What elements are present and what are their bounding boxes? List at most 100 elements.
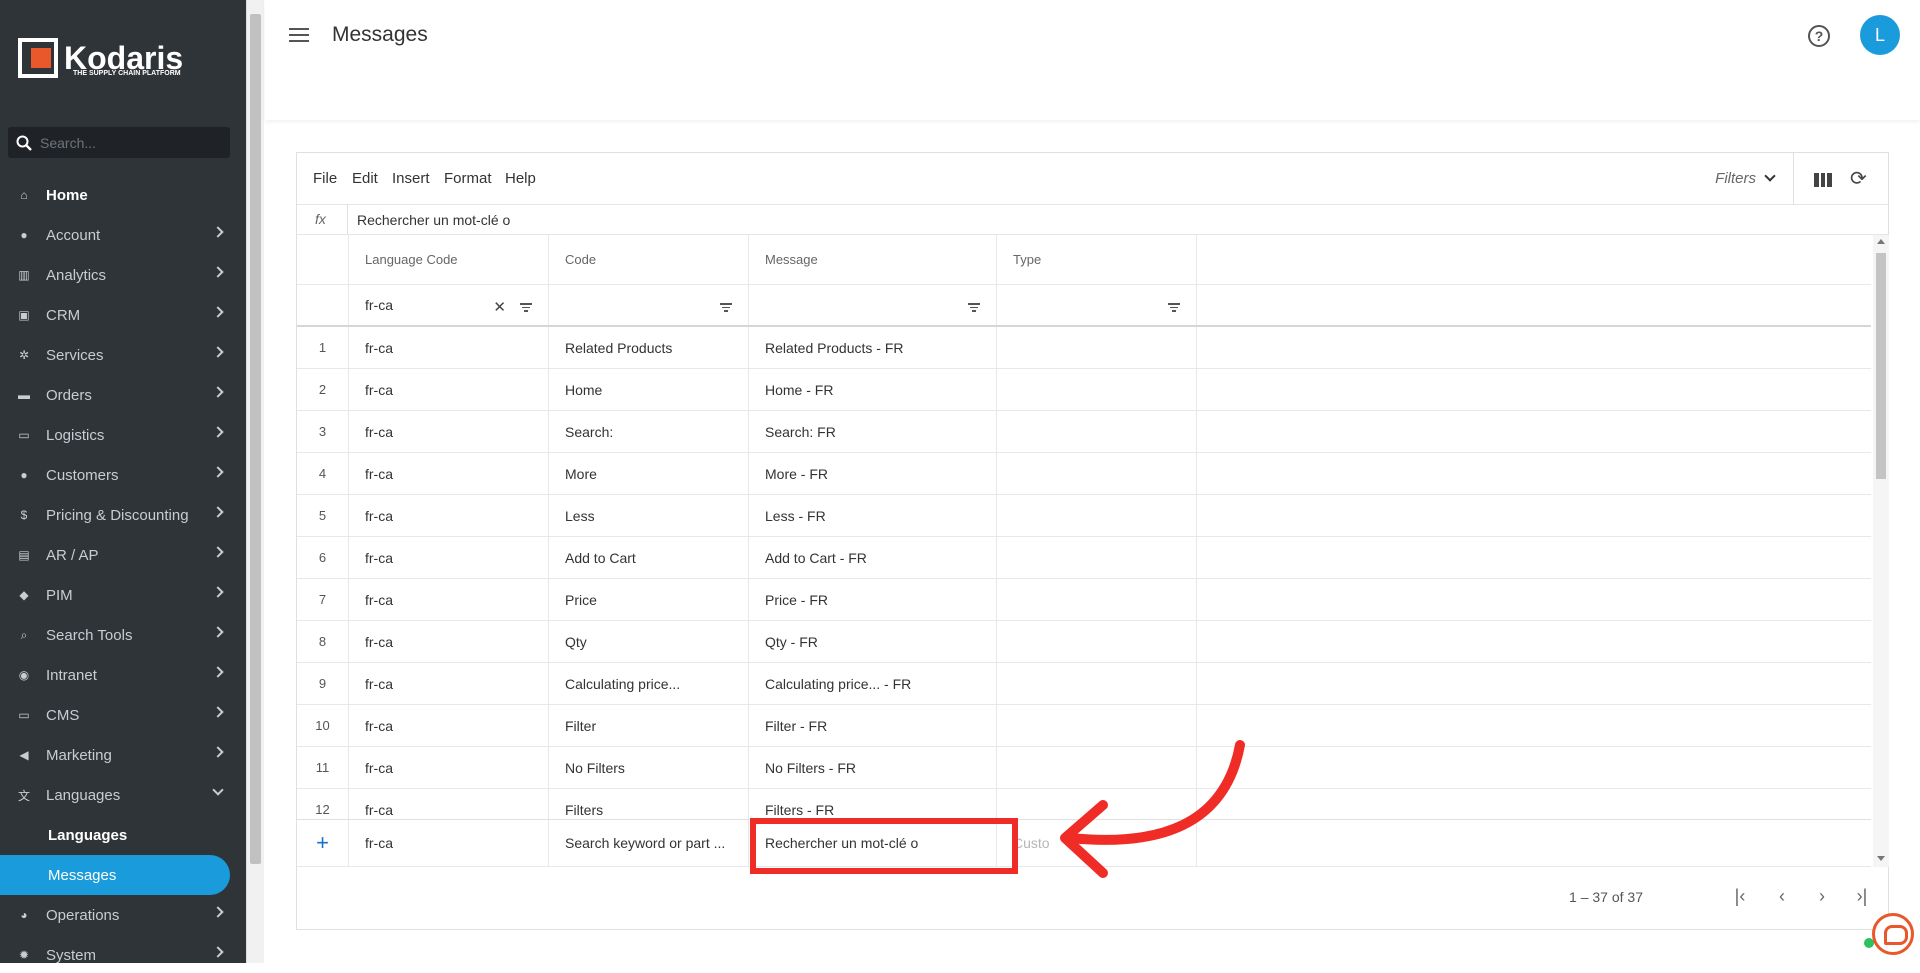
chat-widget-icon[interactable]: [1872, 913, 1914, 955]
user-avatar[interactable]: L: [1860, 15, 1900, 55]
cell-message[interactable]: Filter - FR: [749, 705, 997, 746]
cell-message[interactable]: Related Products - FR: [749, 327, 997, 368]
menu-edit[interactable]: Edit: [352, 170, 378, 187]
add-row-button[interactable]: +: [297, 820, 349, 866]
cell-type[interactable]: [997, 621, 1197, 662]
cell-message[interactable]: Less - FR: [749, 495, 997, 536]
cell-code[interactable]: Related Products: [549, 327, 749, 368]
chevron-down-icon[interactable]: [1764, 170, 1776, 182]
cell-language-code[interactable]: fr-ca: [349, 621, 549, 662]
grid-scrollbar[interactable]: [1873, 235, 1889, 867]
scroll-down-icon[interactable]: [1877, 856, 1885, 861]
filters-dropdown[interactable]: Filters: [1715, 170, 1756, 187]
first-page-icon[interactable]: |‹: [1727, 883, 1753, 909]
sidebar-item-customers[interactable]: ● Customers: [0, 457, 236, 493]
last-page-icon[interactable]: ›|: [1849, 883, 1875, 909]
cell-code[interactable]: Add to Cart: [549, 537, 749, 578]
column-header-language-code[interactable]: Language Code: [349, 235, 549, 284]
filter-code-input[interactable]: [549, 285, 749, 325]
column-header-message[interactable]: Message: [749, 235, 997, 284]
sidebar-item-operations[interactable]: ◕ Operations: [0, 897, 236, 933]
sidebar-item-home[interactable]: ⌂ Home: [0, 177, 236, 213]
cell-type[interactable]: [997, 453, 1197, 494]
table-row[interactable]: 3 fr-ca Search: Search: FR: [297, 411, 1871, 453]
cell-code[interactable]: Search:: [549, 411, 749, 452]
sidebar-item-analytics[interactable]: ▥ Analytics: [0, 257, 236, 293]
sidebar-scrollbar-thumb[interactable]: [250, 14, 261, 864]
sidebar-item-logistics[interactable]: ▭ Logistics: [0, 417, 236, 453]
next-page-icon[interactable]: ›: [1809, 883, 1835, 909]
cell-message[interactable]: Home - FR: [749, 369, 997, 410]
filter-icon[interactable]: [968, 303, 980, 312]
clear-filter-icon[interactable]: ✕: [493, 298, 506, 316]
menu-format[interactable]: Format: [444, 170, 492, 187]
cell-message[interactable]: Add to Cart - FR: [749, 537, 997, 578]
scroll-up-icon[interactable]: [1877, 239, 1885, 244]
cell-type[interactable]: [997, 663, 1197, 704]
table-row[interactable]: 8 fr-ca Qty Qty - FR: [297, 621, 1871, 663]
cell-language-code[interactable]: fr-ca: [349, 579, 549, 620]
cell-message[interactable]: Qty - FR: [749, 621, 997, 662]
refresh-icon[interactable]: ⟳: [1850, 169, 1870, 189]
sidebar-item-ar-ap[interactable]: ▤ AR / AP: [0, 537, 236, 573]
grid-scrollbar-thumb[interactable]: [1876, 253, 1886, 479]
new-row-code[interactable]: Search keyword or part ...: [549, 820, 749, 866]
cell-type[interactable]: [997, 411, 1197, 452]
sidebar-item-system[interactable]: ✹ System: [0, 937, 236, 973]
sidebar-item-services[interactable]: ✲ Services: [0, 337, 236, 373]
hamburger-menu-icon[interactable]: [289, 28, 309, 44]
cell-code[interactable]: Filter: [549, 705, 749, 746]
menu-file[interactable]: File: [313, 170, 337, 187]
cell-language-code[interactable]: fr-ca: [349, 705, 549, 746]
cell-code[interactable]: Qty: [549, 621, 749, 662]
columns-icon[interactable]: [1814, 173, 1833, 187]
table-row[interactable]: 1 fr-ca Related Products Related Products -…: [297, 327, 1871, 369]
column-header-code[interactable]: Code: [549, 235, 749, 284]
cell-message[interactable]: No Filters - FR: [749, 747, 997, 788]
sidebar-item-pim[interactable]: ◆ PIM: [0, 577, 236, 613]
cell-language-code[interactable]: fr-ca: [349, 747, 549, 788]
sidebar-item-orders[interactable]: ▬ Orders: [0, 377, 236, 413]
cell-message[interactable]: More - FR: [749, 453, 997, 494]
cell-message[interactable]: Calculating price... - FR: [749, 663, 997, 704]
sidebar-item-account[interactable]: ● Account: [0, 217, 236, 253]
sidebar-item-pricing-discounting[interactable]: $ Pricing & Discounting: [0, 497, 236, 533]
kodaris-logo[interactable]: Kodaris THE SUPPLY CHAIN PLATFORM: [18, 36, 183, 80]
cell-language-code[interactable]: fr-ca: [349, 537, 549, 578]
cell-code[interactable]: Home: [549, 369, 749, 410]
column-header-type[interactable]: Type: [997, 235, 1197, 284]
sidebar-subitem-languages[interactable]: Languages: [0, 815, 230, 855]
cell-type[interactable]: [997, 579, 1197, 620]
table-row[interactable]: 4 fr-ca More More - FR: [297, 453, 1871, 495]
menu-insert[interactable]: Insert: [392, 170, 430, 187]
filter-icon[interactable]: [720, 303, 732, 312]
formula-bar-input[interactable]: Rechercher un mot-clé o: [357, 212, 510, 228]
table-row[interactable]: 2 fr-ca Home Home - FR: [297, 369, 1871, 411]
sidebar-item-intranet[interactable]: ◉ Intranet: [0, 657, 236, 693]
cell-type[interactable]: [997, 327, 1197, 368]
menu-help[interactable]: Help: [505, 170, 536, 187]
filter-icon[interactable]: [520, 303, 532, 312]
filter-message-input[interactable]: [749, 285, 997, 325]
cell-language-code[interactable]: fr-ca: [349, 663, 549, 704]
sidebar-scrollbar[interactable]: [246, 0, 264, 963]
table-row[interactable]: 7 fr-ca Price Price - FR: [297, 579, 1871, 621]
cell-type[interactable]: [997, 537, 1197, 578]
filter-icon[interactable]: [1168, 303, 1180, 312]
cell-type[interactable]: [997, 369, 1197, 410]
sidebar-item-cms[interactable]: ▭ CMS: [0, 697, 236, 733]
sidebar-item-marketing[interactable]: ◀ Marketing: [0, 737, 236, 773]
sidebar-subitem-messages[interactable]: Messages: [0, 855, 230, 895]
new-row-language-code[interactable]: fr-ca: [349, 820, 549, 866]
help-icon[interactable]: ?: [1808, 25, 1830, 47]
cell-message[interactable]: Search: FR: [749, 411, 997, 452]
sidebar-item-languages[interactable]: 文 Languages: [0, 777, 236, 813]
filter-type-input[interactable]: [997, 285, 1197, 325]
cell-type[interactable]: [997, 495, 1197, 536]
sidebar-item-crm[interactable]: ▣ CRM: [0, 297, 236, 333]
cell-code[interactable]: Less: [549, 495, 749, 536]
sidebar-search-input[interactable]: Search...: [8, 127, 230, 158]
cell-code[interactable]: No Filters: [549, 747, 749, 788]
cell-language-code[interactable]: fr-ca: [349, 495, 549, 536]
cell-code[interactable]: More: [549, 453, 749, 494]
